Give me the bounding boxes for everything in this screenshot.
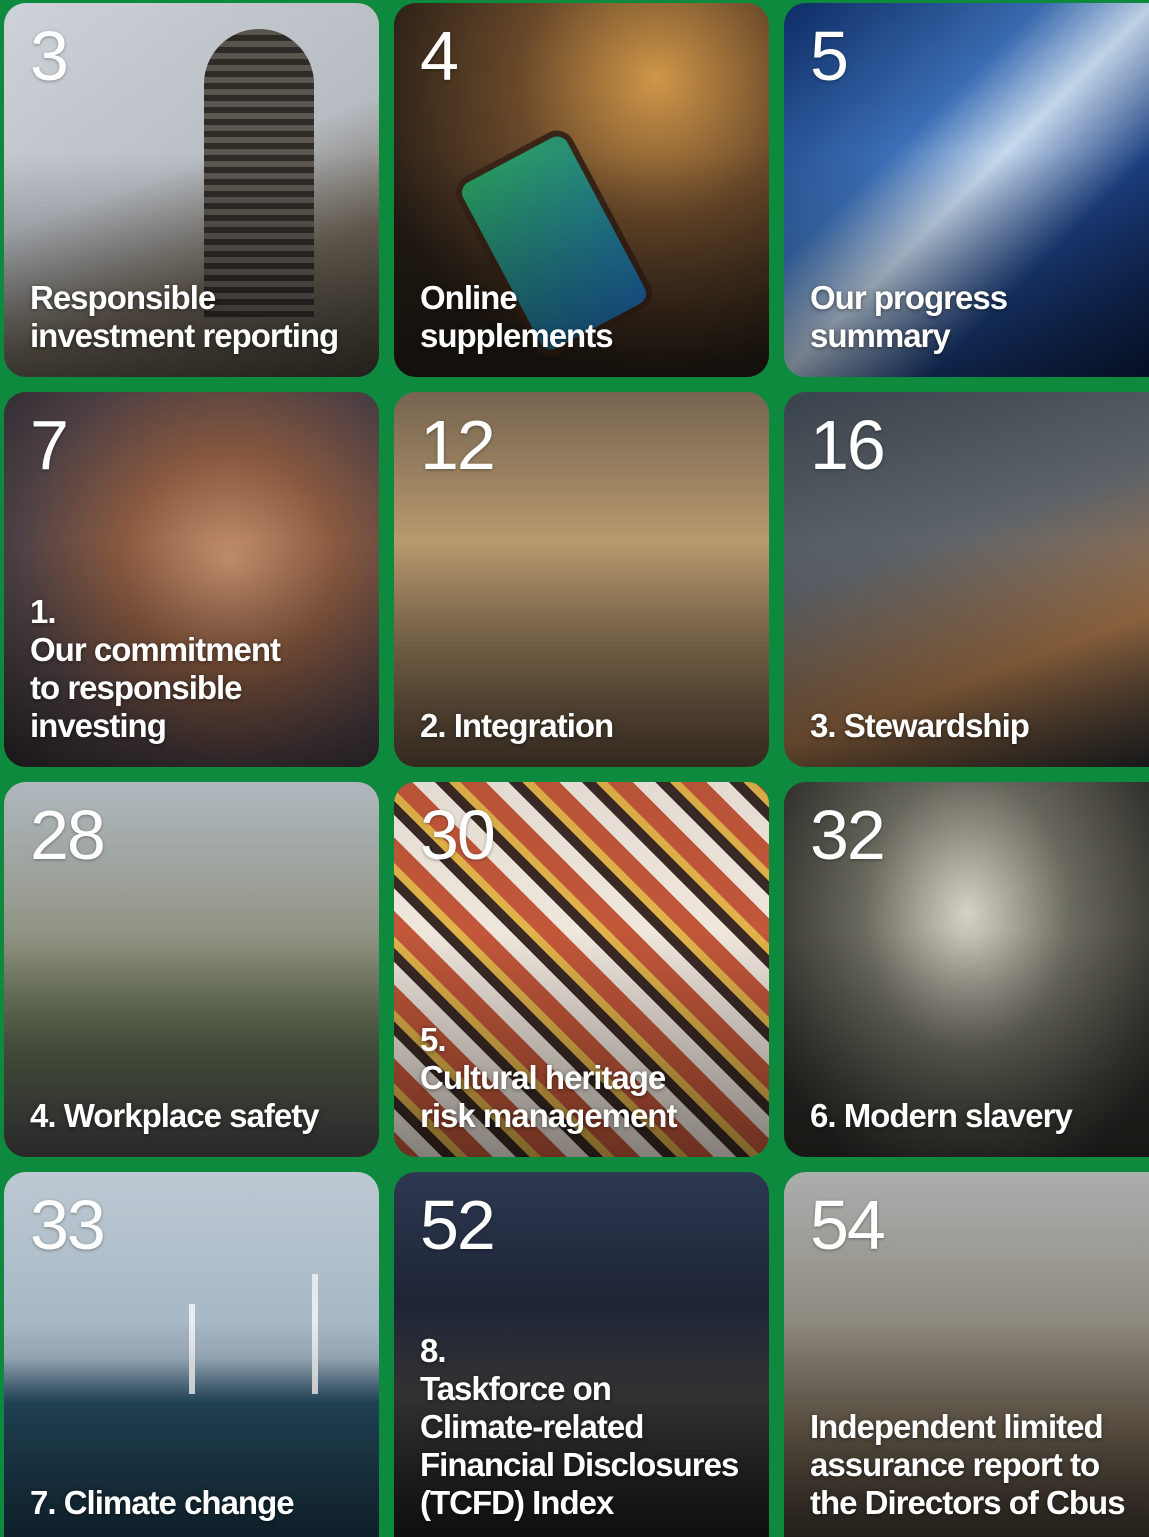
tile-stewardship[interactable]: 16 3. Stewardship [784, 392, 1149, 767]
tile-title: 8. Taskforce on Climate-related Financia… [420, 1332, 739, 1521]
tile-online-supplements[interactable]: 4 Online supplements [394, 3, 769, 377]
page-number: 54 [810, 1186, 886, 1264]
tile-responsible-investment-reporting[interactable]: 3 Responsible investment reporting [4, 3, 379, 377]
tile-title: 3. Stewardship [810, 707, 1030, 744]
tile-title: Our progress summary [810, 279, 1008, 354]
tile-modern-slavery[interactable]: 32 6. Modern slavery [784, 782, 1149, 1157]
tile-title: 1. Our commitment to responsible investi… [30, 593, 281, 744]
page-number: 16 [810, 406, 886, 484]
tile-title: Online supplements [420, 279, 614, 354]
tile-title: Responsible investment reporting [30, 279, 339, 354]
page-number: 3 [30, 17, 69, 95]
page-number: 5 [810, 17, 849, 95]
tile-title: Independent limited assurance report to … [810, 1408, 1126, 1521]
page-number: 32 [810, 796, 886, 874]
tile-independent-assurance-report[interactable]: 54 Independent limited assurance report … [784, 1172, 1149, 1537]
tile-title: 6. Modern slavery [810, 1097, 1073, 1134]
page-number: 12 [420, 406, 496, 484]
page-number: 33 [30, 1186, 106, 1264]
tile-our-progress-summary[interactable]: 5 Our progress summary [784, 3, 1149, 377]
tile-title: 7. Climate change [30, 1484, 295, 1521]
contents-grid: 3 Responsible investment reporting 4 Onl… [4, 3, 1149, 1537]
tile-title: 5. Cultural heritage risk management [420, 1021, 677, 1134]
page-number: 30 [420, 796, 496, 874]
page-number: 4 [420, 17, 459, 95]
tile-title: 4. Workplace safety [30, 1097, 320, 1134]
tile-title: 2. Integration [420, 707, 614, 744]
tile-integration[interactable]: 12 2. Integration [394, 392, 769, 767]
tile-workplace-safety[interactable]: 28 4. Workplace safety [4, 782, 379, 1157]
tile-tcfd-index[interactable]: 52 8. Taskforce on Climate-related Finan… [394, 1172, 769, 1537]
page-number: 28 [30, 796, 106, 874]
tile-cultural-heritage[interactable]: 30 5. Cultural heritage risk management [394, 782, 769, 1157]
tile-commitment-responsible-investing[interactable]: 7 1. Our commitment to responsible inves… [4, 392, 379, 767]
tile-climate-change[interactable]: 33 7. Climate change [4, 1172, 379, 1537]
page-number: 52 [420, 1186, 496, 1264]
page-number: 7 [30, 406, 69, 484]
